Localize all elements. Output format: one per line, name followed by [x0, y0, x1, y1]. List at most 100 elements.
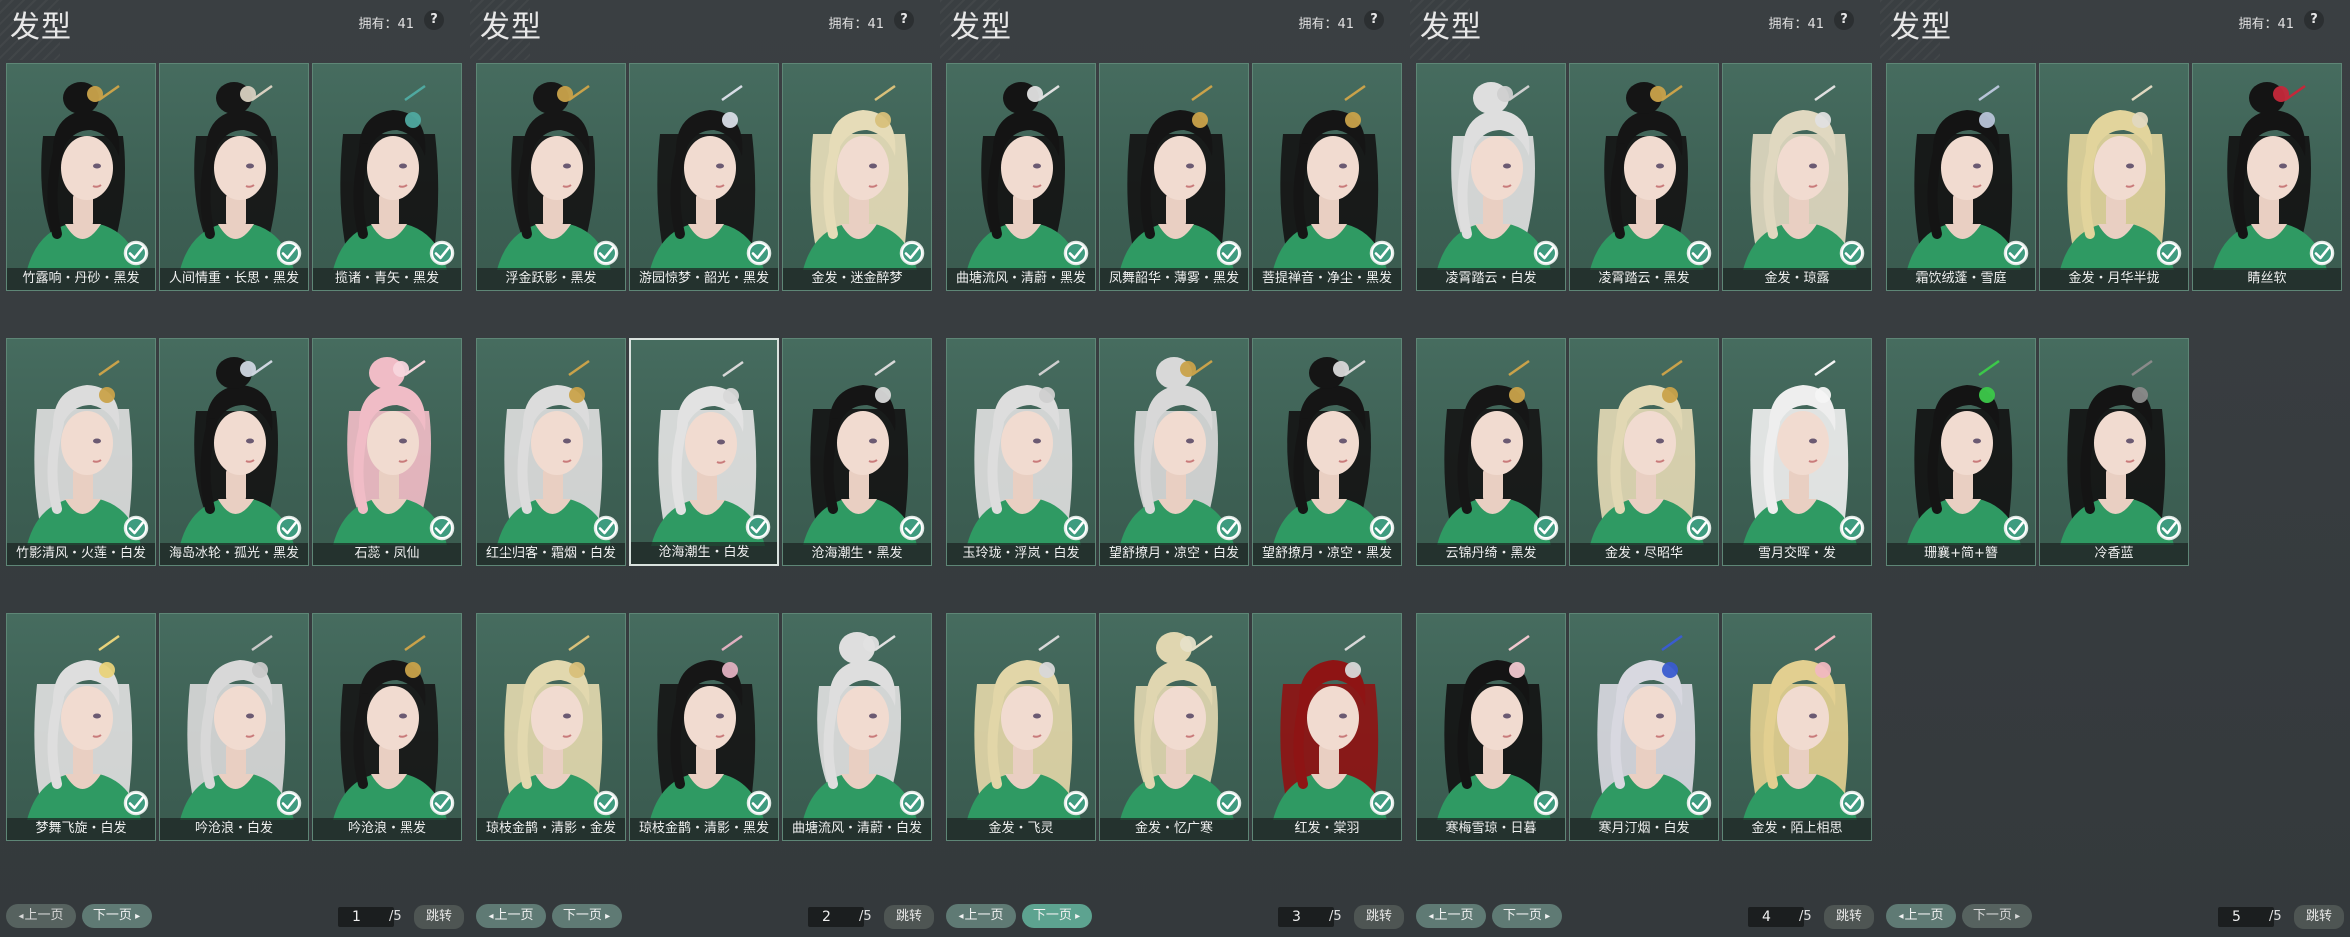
chevron-left-icon: ◂ [1428, 911, 1434, 922]
hairstyle-card[interactable]: 游园惊梦・韶光・黑发 [629, 63, 779, 291]
hairstyle-card[interactable]: 梦舞飞旋・白发 [6, 613, 156, 841]
hairstyle-card[interactable]: 霜饮绒蓬・雪庭 [1886, 63, 2036, 291]
hairstyle-name: 梦舞飞旋・白发 [7, 818, 155, 840]
hairstyle-card[interactable]: 菩提禅音・净尘・黑发 [1252, 63, 1402, 291]
owned-check-icon [123, 515, 149, 541]
hairstyle-card[interactable]: 金发・飞灵 [946, 613, 1096, 841]
hairstyle-card[interactable]: 寒梅雪琼・日暮 [1416, 613, 1566, 841]
owned-check-icon [1216, 790, 1242, 816]
pagination: ◂上一页 下一页 ▸ 2/5 跳转 [476, 904, 934, 930]
next-page-label: 下一页 [562, 908, 602, 923]
owned-check-icon [1369, 790, 1395, 816]
prev-page-button[interactable]: ◂上一页 [1886, 904, 1956, 928]
hairstyle-name: 珊襄+简+簪 [1887, 543, 2035, 565]
hairstyle-card[interactable]: 寒月汀烟・白发 [1569, 613, 1719, 841]
prev-page-label: 上一页 [494, 908, 534, 923]
owned-check-icon [2156, 515, 2182, 541]
prev-page-button[interactable]: ◂上一页 [6, 904, 76, 928]
hairstyle-card[interactable]: 沧海潮生・黑发 [782, 338, 932, 566]
page-number-input[interactable]: 4 [1748, 907, 1804, 927]
hairstyle-name: 金发・琼露 [1723, 268, 1871, 290]
prev-page-label: 上一页 [1434, 908, 1474, 923]
next-page-label: 下一页 [1032, 908, 1072, 923]
hairstyle-card[interactable]: 玉玲珑・浮岚・白发 [946, 338, 1096, 566]
hairstyle-card[interactable]: 冷香蓝 [2039, 338, 2189, 566]
jump-button[interactable]: 跳转 [884, 905, 934, 929]
hairstyle-card[interactable]: 云锦丹绮・黑发 [1416, 338, 1566, 566]
owned-count: 拥有：41 [358, 17, 414, 32]
hairstyle-card[interactable]: 金发・琼露 [1722, 63, 1872, 291]
help-icon[interactable]: ? [424, 10, 444, 30]
next-page-button[interactable]: 下一页 ▸ [82, 904, 152, 928]
hairstyle-card[interactable]: 竹影清风・火莲・白发 [6, 338, 156, 566]
hairstyle-name: 睛丝软 [2193, 268, 2341, 290]
help-icon[interactable]: ? [1834, 10, 1854, 30]
prev-page-label: 上一页 [1904, 908, 1944, 923]
hairstyle-card[interactable]: 海岛冰轮・孤光・黑发 [159, 338, 309, 566]
owned-check-icon [1216, 515, 1242, 541]
page-number-input[interactable]: 1 [338, 907, 394, 927]
hairstyle-card[interactable]: 吟沧浪・白发 [159, 613, 309, 841]
hairstyle-card[interactable]: 凌霄踏云・白发 [1416, 63, 1566, 291]
owned-check-icon [1686, 240, 1712, 266]
hairstyle-card[interactable]: 人间情重・长思・黑发 [159, 63, 309, 291]
hairstyle-card[interactable]: 石蕊・凤仙 [312, 338, 462, 566]
chevron-left-icon: ◂ [958, 911, 964, 922]
prev-page-button[interactable]: ◂上一页 [476, 904, 546, 928]
hairstyle-card[interactable]: 珊襄+简+簪 [1886, 338, 2036, 566]
owned-check-icon [899, 515, 925, 541]
hairstyle-card[interactable]: 红发・棠羽 [1252, 613, 1402, 841]
next-page-label: 下一页 [92, 908, 132, 923]
hairstyle-card[interactable]: 望舒撩月・凉空・黑发 [1252, 338, 1402, 566]
hairstyle-card[interactable]: 吟沧浪・黑发 [312, 613, 462, 841]
hairstyle-card[interactable]: 红尘归客・霜烟・白发 [476, 338, 626, 566]
hairstyle-card[interactable]: 琼枝金鹊・清影・金发 [476, 613, 626, 841]
jump-button[interactable]: 跳转 [2294, 905, 2344, 929]
page-total: /5 [1329, 909, 1342, 924]
hairstyle-card[interactable]: 金发・忆广寒 [1099, 613, 1249, 841]
hairstyle-name: 金发・尽昭华 [1570, 543, 1718, 565]
hairstyle-card[interactable]: 曲塘流风・清蔚・黑发 [946, 63, 1096, 291]
help-icon[interactable]: ? [894, 10, 914, 30]
next-page-button[interactable]: 下一页 ▸ [1492, 904, 1562, 928]
page-number-input[interactable]: 3 [1278, 907, 1334, 927]
hairstyle-card[interactable]: 揽诸・青矢・黑发 [312, 63, 462, 291]
prev-page-button[interactable]: ◂上一页 [1416, 904, 1486, 928]
hairstyle-card[interactable]: 浮金跃影・黑发 [476, 63, 626, 291]
hairstyle-card[interactable]: 睛丝软 [2192, 63, 2342, 291]
hairstyle-card[interactable]: 金发・迷金醉梦 [782, 63, 932, 291]
hairstyle-card[interactable]: 金发・陌上相思 [1722, 613, 1872, 841]
hairstyle-card[interactable]: 曲塘流风・清蔚・白发 [782, 613, 932, 841]
panel-title: 发型 [950, 10, 1012, 45]
page-number-input[interactable]: 2 [808, 907, 864, 927]
next-page-button[interactable]: 下一页 ▸ [1962, 904, 2032, 928]
hairstyle-card[interactable]: 金发・月华半拢 [2039, 63, 2189, 291]
hairstyle-card[interactable]: 沧海潮生・白发 [629, 338, 779, 566]
next-page-button[interactable]: 下一页 ▸ [1022, 904, 1092, 928]
hairstyle-card[interactable]: 竹露响・丹砂・黑发 [6, 63, 156, 291]
jump-button[interactable]: 跳转 [414, 905, 464, 929]
hairstyle-card[interactable]: 琼枝金鹊・清影・黑发 [629, 613, 779, 841]
hairstyle-card[interactable]: 凤舞韶华・薄雾・黑发 [1099, 63, 1249, 291]
chevron-left-icon: ◂ [18, 911, 24, 922]
owned-check-icon [1369, 515, 1395, 541]
hairstyle-name: 竹露响・丹砂・黑发 [7, 268, 155, 290]
owned-check-icon [593, 240, 619, 266]
hairstyle-name: 游园惊梦・韶光・黑发 [630, 268, 778, 290]
owned-check-icon [1533, 515, 1559, 541]
page-number-input[interactable]: 5 [2218, 907, 2274, 927]
hairstyle-name: 吟沧浪・黑发 [313, 818, 461, 840]
help-icon[interactable]: ? [1364, 10, 1384, 30]
hairstyle-card[interactable]: 望舒撩月・凉空・白发 [1099, 338, 1249, 566]
hairstyle-card[interactable]: 雪月交晖・发 [1722, 338, 1872, 566]
help-icon[interactable]: ? [2304, 10, 2324, 30]
hairstyle-card[interactable]: 金发・尽昭华 [1569, 338, 1719, 566]
jump-button[interactable]: 跳转 [1354, 905, 1404, 929]
owned-check-icon [1839, 515, 1865, 541]
next-page-button[interactable]: 下一页 ▸ [552, 904, 622, 928]
owned-check-icon [899, 790, 925, 816]
hairstyle-card[interactable]: 凌霄踏云・黑发 [1569, 63, 1719, 291]
panel-title: 发型 [1890, 10, 1952, 45]
prev-page-button[interactable]: ◂上一页 [946, 904, 1016, 928]
jump-button[interactable]: 跳转 [1824, 905, 1874, 929]
